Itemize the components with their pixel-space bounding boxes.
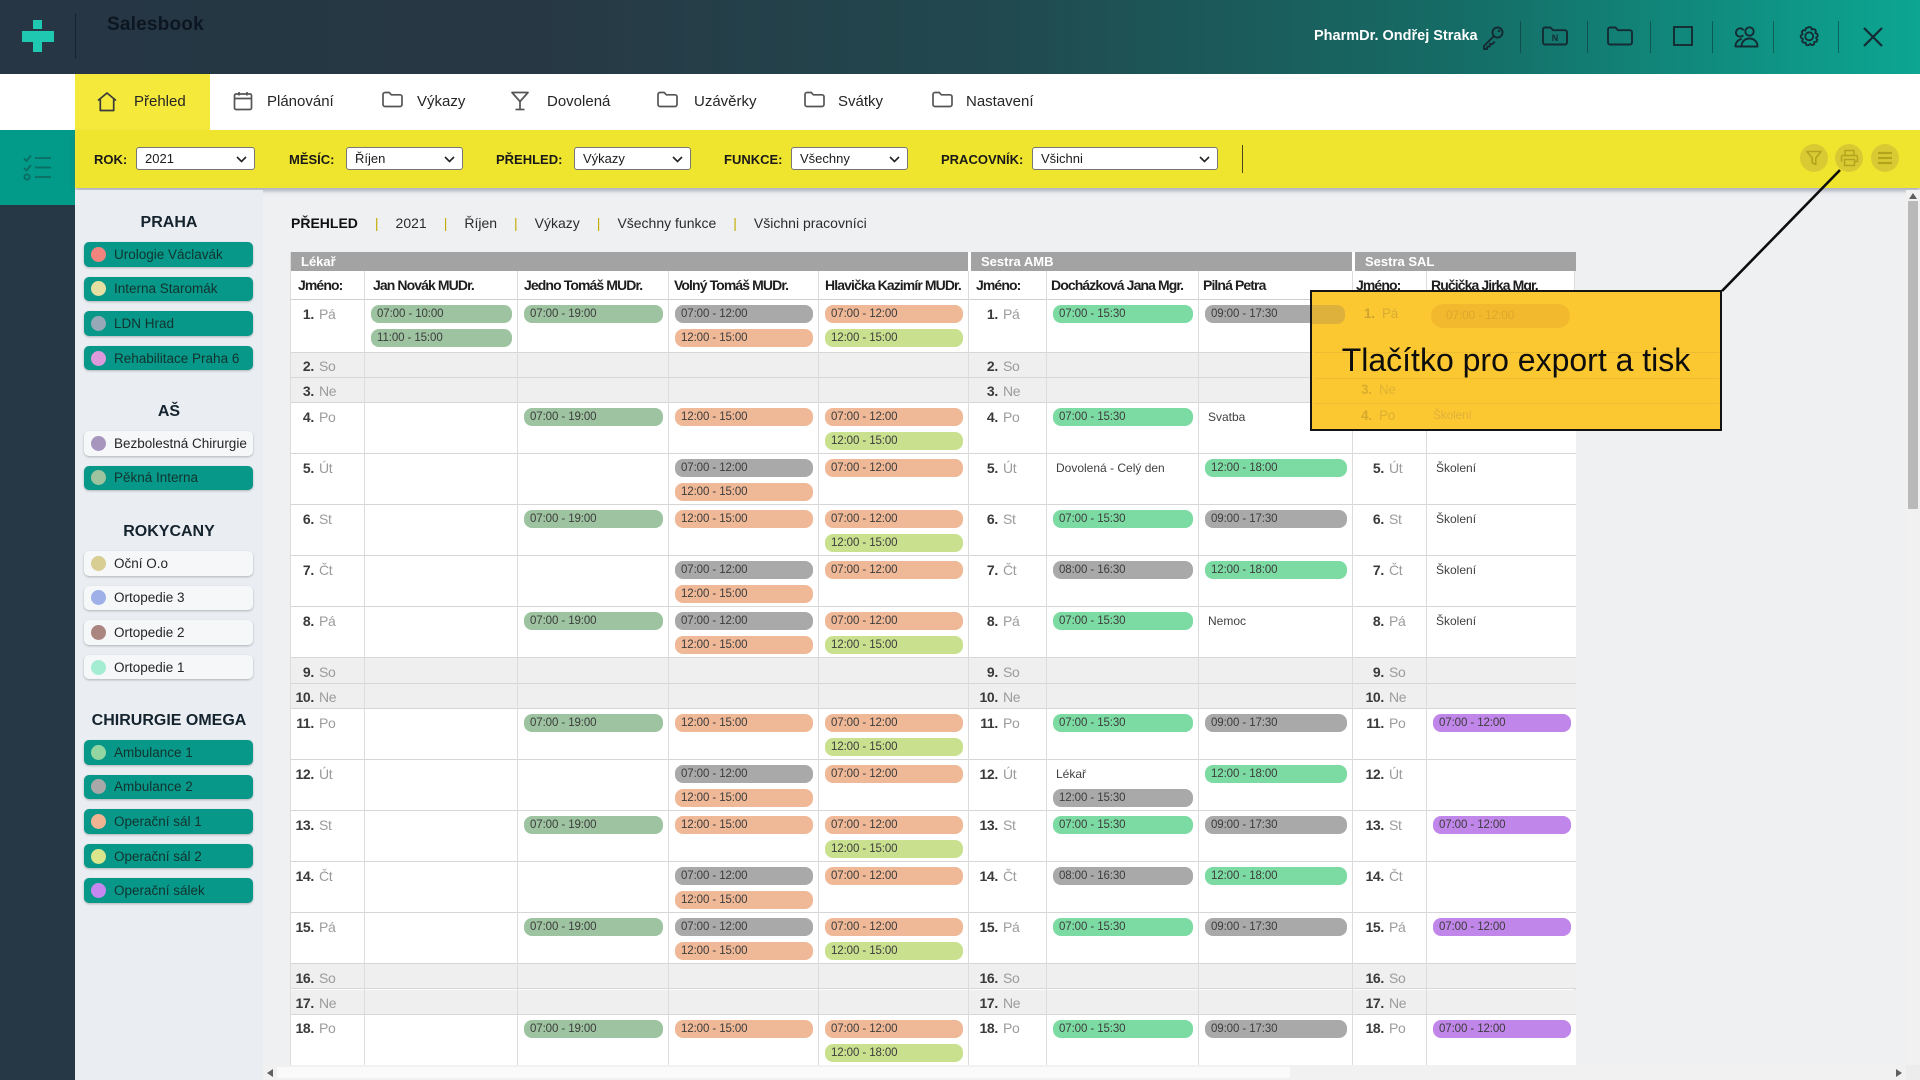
svg-text:N: N xyxy=(1552,33,1559,43)
